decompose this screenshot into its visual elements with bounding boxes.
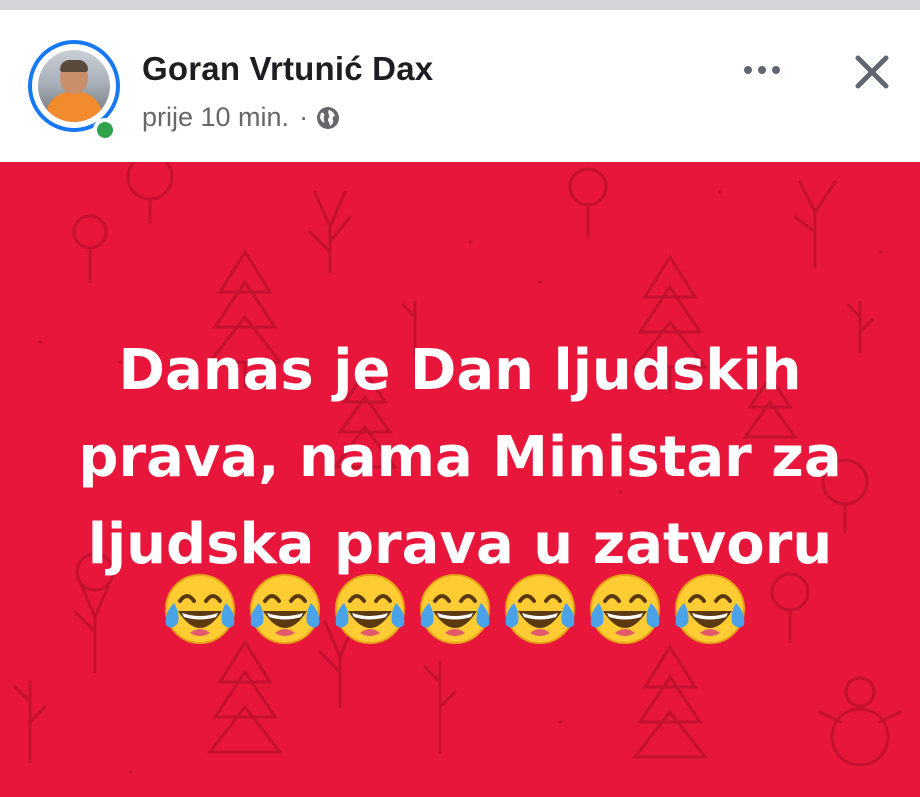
post-text-line: prava, nama Ministar za	[78, 425, 842, 490]
top-bar	[0, 0, 920, 10]
post-header: Goran Vrtunić Dax prije 10 min. ·	[0, 10, 920, 162]
post-meta: prije 10 min. ·	[142, 102, 340, 133]
close-icon[interactable]	[850, 50, 894, 94]
online-status-dot	[93, 118, 117, 142]
face-with-tears-of-joy-icon	[500, 569, 580, 649]
post-text-line: Danas je Dan ljudskih	[118, 338, 802, 403]
post-text: Danas je Dan ljudskih prava, nama Minist…	[60, 327, 860, 588]
face-with-tears-of-joy-icon	[245, 569, 325, 649]
profile-photo	[38, 50, 110, 122]
globe-icon[interactable]	[316, 106, 340, 130]
post-background: Danas je Dan ljudskih prava, nama Minist…	[0, 162, 920, 797]
face-with-tears-of-joy-icon	[160, 569, 240, 649]
face-with-tears-of-joy-icon	[330, 569, 410, 649]
emoji-row	[160, 569, 760, 649]
post-timestamp[interactable]: prije 10 min.	[142, 102, 289, 133]
face-with-tears-of-joy-icon	[585, 569, 665, 649]
meta-separator: ·	[299, 102, 309, 132]
face-with-tears-of-joy-icon	[670, 569, 750, 649]
more-options-icon[interactable]	[740, 54, 788, 86]
author-name[interactable]: Goran Vrtunić Dax	[142, 50, 433, 88]
face-with-tears-of-joy-icon	[415, 569, 495, 649]
